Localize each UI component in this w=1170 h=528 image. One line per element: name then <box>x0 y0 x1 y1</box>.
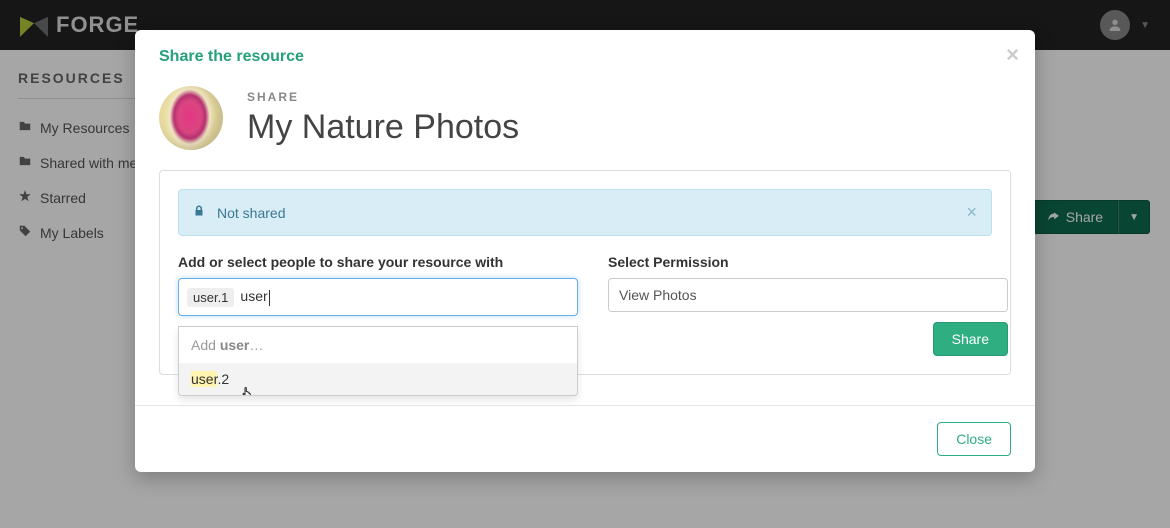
people-search-input[interactable]: user <box>240 288 569 305</box>
close-icon[interactable]: × <box>1006 42 1019 68</box>
pointer-cursor-icon <box>239 385 255 396</box>
alert-text: Not shared <box>217 205 285 221</box>
user-token[interactable]: user.1 <box>187 288 234 307</box>
resource-thumbnail <box>159 86 223 150</box>
people-label: Add or select people to share your resou… <box>178 254 578 270</box>
autocomplete-dropdown: Add user… user.2 <box>178 326 578 396</box>
dropdown-hint: Add user… <box>179 327 577 363</box>
modal-overlay: × Share the resource SHARE My Nature Pho… <box>0 0 1170 528</box>
permission-label: Select Permission <box>608 254 1008 270</box>
resource-kicker: SHARE <box>247 90 519 104</box>
modal-title: Share the resource <box>159 48 1011 66</box>
alert-close-icon[interactable]: × <box>966 202 977 223</box>
share-button[interactable]: Share <box>933 322 1008 356</box>
not-shared-alert: Not shared × <box>178 189 992 236</box>
close-button[interactable]: Close <box>937 422 1011 456</box>
dropdown-item-user2[interactable]: user.2 <box>179 363 577 395</box>
permission-value: View Photos <box>619 287 697 303</box>
share-modal: × Share the resource SHARE My Nature Pho… <box>135 30 1035 472</box>
people-token-input[interactable]: user.1 user <box>178 278 578 316</box>
resource-name: My Nature Photos <box>247 108 519 147</box>
share-panel: Not shared × Add or select people to sha… <box>159 170 1011 375</box>
permission-select[interactable]: View Photos <box>608 278 1008 312</box>
lock-icon <box>193 204 205 221</box>
